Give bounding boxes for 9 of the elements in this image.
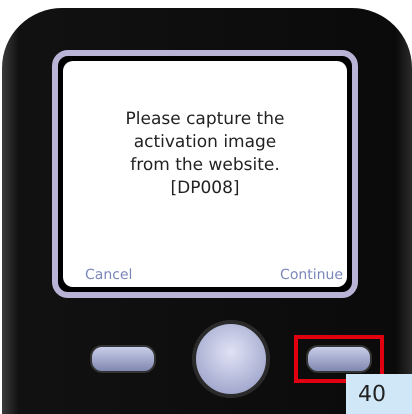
message-line: Please capture the (126, 108, 284, 131)
message-line: [DP008] (170, 177, 240, 200)
softkey-label[interactable]: Continue (280, 267, 343, 283)
softkey-button[interactable] (306, 345, 372, 373)
message-line: from the website. (130, 154, 280, 177)
softkey-button[interactable] (90, 345, 156, 373)
message-line: activation image (134, 131, 276, 154)
softkey-label[interactable]: Cancel (85, 267, 132, 283)
page-number: 40 (346, 374, 412, 414)
